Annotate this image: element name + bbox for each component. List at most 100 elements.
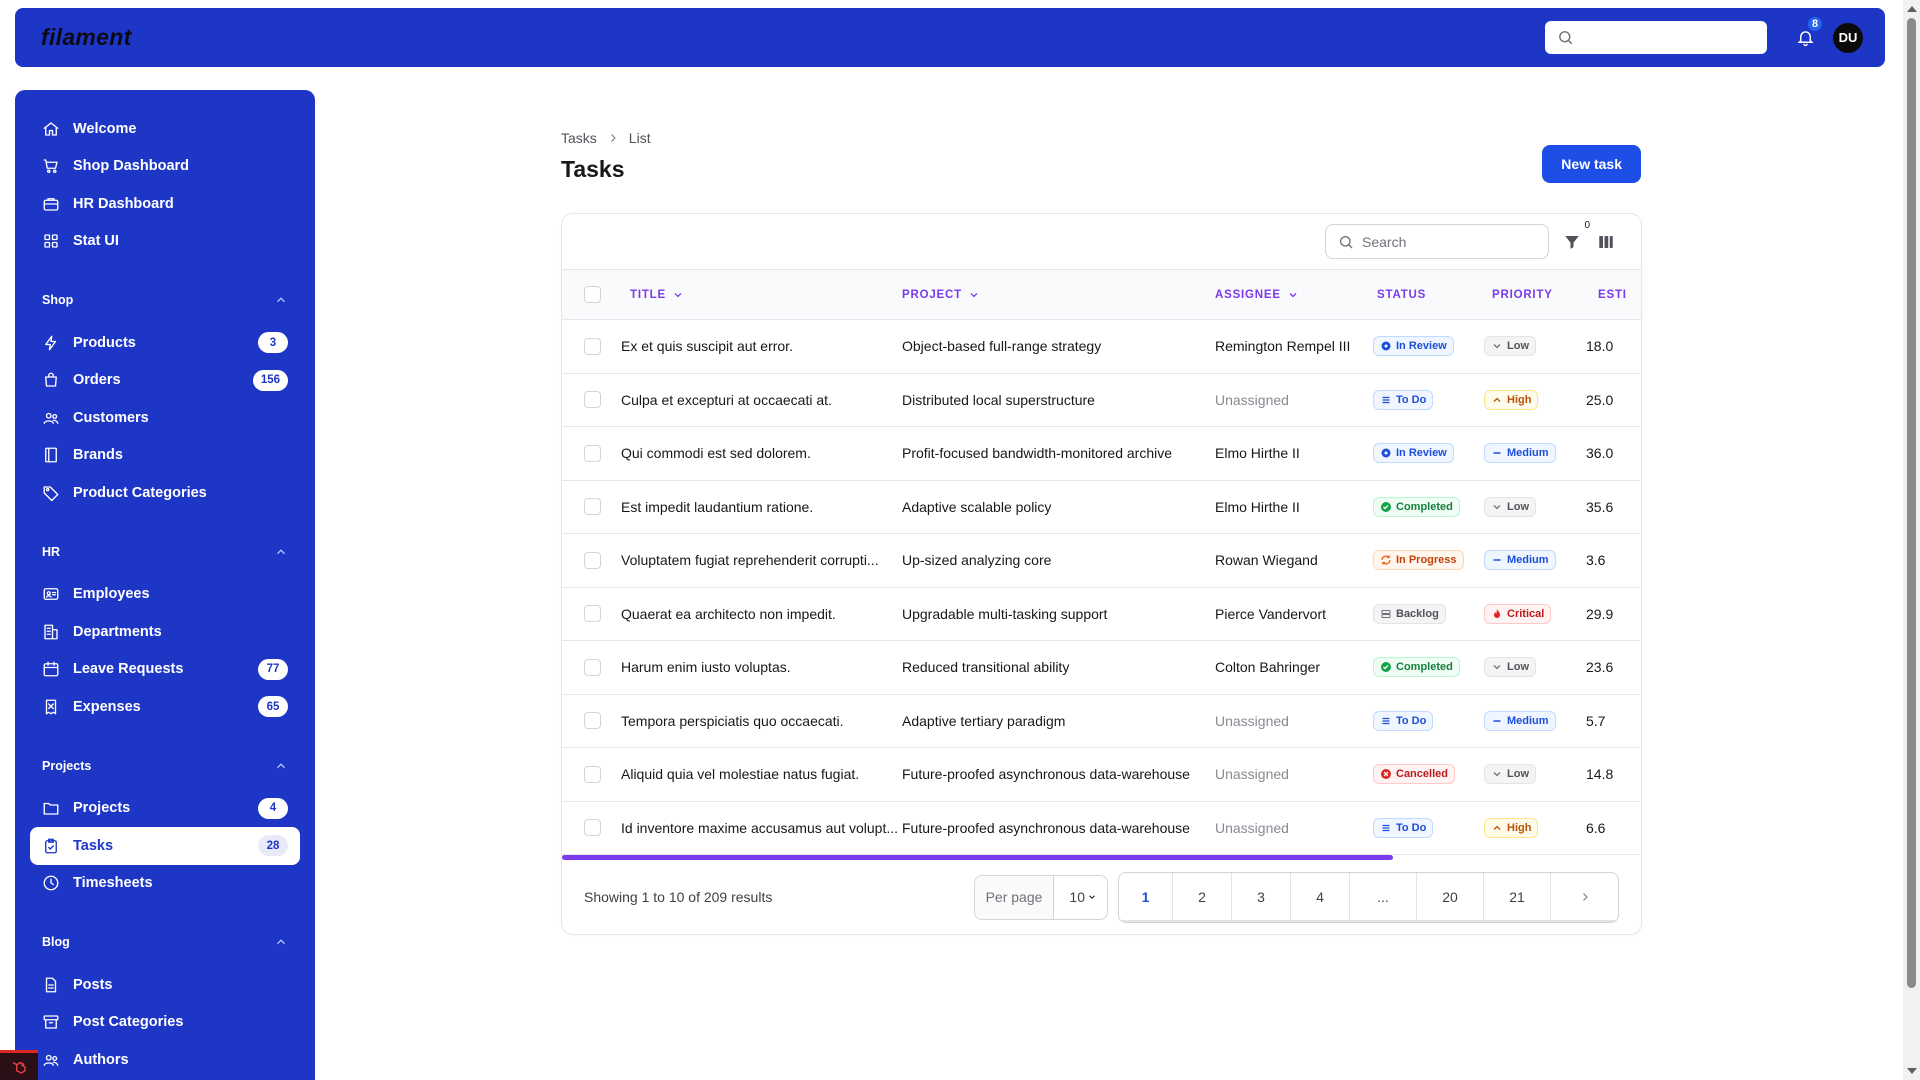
new-task-button[interactable]: New task [1542,144,1641,183]
sidebar-item-posts[interactable]: Posts [30,966,300,1004]
sidebar-item-customers[interactable]: Customers [30,399,300,437]
sidebar-item-timesheets[interactable]: Timesheets [30,865,300,903]
sidebar-item-departments[interactable]: Departments [30,613,300,651]
row-checkbox[interactable] [584,444,601,462]
task-title[interactable]: Culpa et excepturi at occaecati at. [601,392,902,408]
column-toggle-button[interactable] [1597,232,1617,252]
horizontal-scrollbar-thumb[interactable] [562,855,1393,860]
task-priority-cell: Medium [1484,443,1586,464]
task-title[interactable]: Quaerat ea architecto non impedit. [601,606,902,622]
column-project-header[interactable]: PROJECT [902,289,1215,301]
table-row[interactable]: Tempora perspiciatis quo occaecati. Adapt… [562,694,1641,748]
row-checkbox[interactable] [584,605,601,623]
task-title[interactable]: Qui commodi est sed dolorem. [601,445,902,461]
task-title[interactable]: Aliquid quia vel molestiae natus fugiat. [601,766,902,782]
app-logo[interactable]: filament [41,24,132,51]
status-badge: Cancelled [1373,764,1455,785]
task-project: Profit-focused bandwidth-monitored archi… [902,445,1173,462]
row-checkbox[interactable] [584,819,601,837]
row-checkbox[interactable] [584,712,601,730]
table-row[interactable]: Quaerat ea architecto non impedit. Upgrad… [562,587,1641,641]
table-row[interactable]: Id inventore maxime accusamus aut volupt… [562,801,1641,855]
row-checkbox[interactable] [584,658,601,676]
table-row[interactable]: Culpa et excepturi at occaecati at. Distr… [562,373,1641,427]
sidebar-item-products[interactable]: Products 3 [30,324,300,362]
row-checkbox[interactable] [584,765,601,783]
sidebar-group-shop[interactable]: Shop [30,288,300,312]
task-title[interactable]: Ex et quis suscipit aut error. [601,338,902,354]
page-button-1[interactable]: 1 [1119,872,1173,922]
priority-badge: Low [1484,657,1536,678]
page-button-3[interactable]: 3 [1232,872,1291,922]
task-title[interactable]: Tempora perspiciatis quo occaecati. [601,713,902,729]
sidebar-item-label: Tasks [73,837,114,854]
results-summary: Showing 1 to 10 of 209 results [584,889,773,905]
sidebar-item-count-badge: 3 [258,332,288,354]
column-title-header[interactable]: TITLE [601,289,902,301]
per-page-value-wrap[interactable]: 10 [1054,876,1107,919]
sidebar-group-hr[interactable]: HR [30,540,300,564]
task-assignee: Colton Bahringer [1215,659,1321,676]
sidebar-item-product-categories[interactable]: Product Categories [30,474,300,512]
table-row[interactable]: Qui commodi est sed dolorem. Profit-focus… [562,427,1641,481]
horizontal-scrollbar[interactable] [562,855,1641,860]
bag-icon [42,371,60,389]
per-page-select[interactable]: Per page 10 [973,874,1108,920]
task-title[interactable]: Id inventore maxime accusamus aut volupt… [601,820,902,836]
table-row[interactable]: Est impedit laudantium ratione. Adaptive … [562,480,1641,534]
column-assignee-header[interactable]: ASSIGNEE [1215,289,1373,301]
scroll-down-arrow-icon[interactable] [1907,1068,1917,1074]
sidebar-item-employees[interactable]: Employees [30,576,300,614]
tasks-table: Search 0 TITLE PROJECT ASSIGNEE STATUS P… [561,213,1642,935]
row-checkbox[interactable] [584,498,601,516]
sidebar-group-projects[interactable]: Projects [30,754,300,778]
list-icon [1380,715,1392,727]
task-project: Future-proofed asynchronous data-warehou… [902,819,1190,836]
task-title[interactable]: Harum enim iusto voluptas. [601,659,902,675]
row-checkbox[interactable] [584,391,601,409]
x-circle-icon [1380,768,1392,780]
filter-icon [1563,233,1581,251]
table-row[interactable]: Voluptatem fugiat reprehenderit corrupti… [562,534,1641,588]
sidebar-item-projects[interactable]: Projects 4 [30,790,300,828]
sidebar-item-post-categories[interactable]: Post Categories [30,1004,300,1042]
global-search-input[interactable] [1545,21,1767,54]
priority-badge-label: Low [1507,340,1529,353]
table-search-input[interactable]: Search [1325,224,1549,259]
task-status-cell: To Do [1373,389,1484,410]
sidebar-group-blog[interactable]: Blog [30,930,300,954]
page-button-20[interactable]: 20 [1417,872,1484,922]
sidebar-item-orders[interactable]: Orders 156 [30,362,300,400]
sidebar-item-tasks[interactable]: Tasks 28 [30,827,300,865]
minus-icon [1491,715,1503,727]
sidebar-item-shop-dashboard[interactable]: Shop Dashboard [30,148,300,186]
page-button-2[interactable]: 2 [1173,872,1232,922]
filter-button[interactable]: 0 [1563,220,1590,252]
table-row[interactable]: Aliquid quia vel molestiae natus fugiat.… [562,748,1641,802]
window-scrollbar[interactable] [1903,0,1920,1080]
scroll-up-arrow-icon[interactable] [1907,6,1917,12]
row-checkbox[interactable] [584,337,601,355]
status-badge-label: In Review [1396,447,1447,460]
sidebar-item-stat-ui[interactable]: Stat UI [30,223,300,261]
task-title[interactable]: Est impedit laudantium ratione. [601,499,902,515]
window-scrollbar-thumb[interactable] [1907,18,1916,988]
user-avatar[interactable]: DU [1833,22,1863,53]
next-page-button[interactable] [1551,873,1618,922]
laravel-debug-icon[interactable] [0,1050,38,1080]
sidebar-item-welcome[interactable]: Welcome [30,110,300,148]
sidebar-item-hr-dashboard[interactable]: HR Dashboard [30,185,300,223]
task-title[interactable]: Voluptatem fugiat reprehenderit corrupti… [601,552,902,568]
sidebar-item-brands[interactable]: Brands [30,437,300,475]
breadcrumb-tasks[interactable]: Tasks [561,130,597,146]
table-row[interactable]: Ex et quis suscipit aut error. Object-bas… [562,320,1641,374]
sidebar-item-authors[interactable]: Authors [30,1041,300,1079]
table-row[interactable]: Harum enim iusto voluptas. Reduced transi… [562,641,1641,695]
sidebar-item-leave-requests[interactable]: Leave Requests 77 [30,651,300,689]
row-checkbox[interactable] [584,551,601,569]
select-all-checkbox[interactable] [584,286,601,303]
sidebar-item-expenses[interactable]: Expenses 65 [30,688,300,726]
page-button-21[interactable]: 21 [1484,872,1551,922]
notifications-button[interactable]: 8 [1791,15,1823,52]
page-button-4[interactable]: 4 [1291,872,1350,922]
